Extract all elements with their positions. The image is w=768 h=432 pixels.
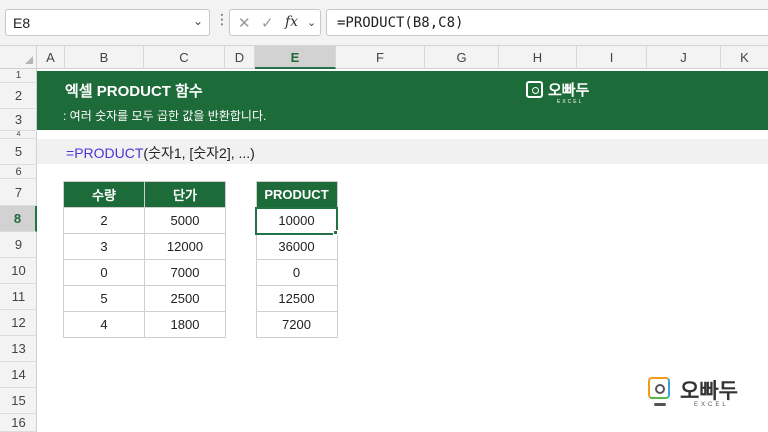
logo-icon: [526, 81, 543, 98]
cell[interactable]: 0: [63, 259, 145, 286]
syntax-function-name: PRODUCT: [74, 145, 144, 161]
check-icon[interactable]: ✓: [261, 14, 274, 32]
formula-controls: ✕ ✓ fx ⌄: [229, 9, 321, 36]
cell[interactable]: 3: [63, 233, 145, 260]
row-header-2[interactable]: 2: [0, 83, 37, 109]
name-box-value: E8: [13, 15, 31, 31]
column-header-e[interactable]: E: [255, 46, 336, 69]
logo-text: 오빠두: [548, 82, 590, 99]
page-subtitle: : 여러 숫자를 모두 곱한 값을 반환합니다.: [63, 109, 267, 123]
more-options-icon[interactable]: ⋮: [215, 11, 229, 28]
cell[interactable]: 2500: [144, 285, 226, 312]
table-row: 10000: [255, 206, 338, 235]
column-header-b[interactable]: B: [65, 46, 144, 69]
column-header-c[interactable]: C: [144, 46, 225, 69]
cell[interactable]: 7000: [144, 259, 226, 286]
row-header-7[interactable]: 7: [0, 179, 37, 206]
row-headers: 1 2 3 4 5 6 7 8 9 10 11 12 13 14 15 16: [0, 69, 37, 432]
cell[interactable]: 7200: [255, 311, 338, 338]
select-all-corner[interactable]: [0, 46, 37, 69]
cell[interactable]: 4: [63, 311, 145, 338]
cell[interactable]: 2: [63, 207, 145, 234]
cancel-icon[interactable]: ✕: [238, 14, 251, 32]
table-row: 2 5000: [63, 207, 226, 234]
footer-logo-subtext: EXCEL: [694, 402, 729, 408]
row-header-5[interactable]: 5: [0, 139, 37, 165]
name-box[interactable]: E8 ⌄: [5, 9, 210, 36]
fill-handle[interactable]: [333, 230, 338, 235]
page-title: 엑셀 PRODUCT 함수: [65, 83, 203, 100]
row-header-15[interactable]: 15: [0, 388, 37, 414]
row-header-6[interactable]: 6: [0, 165, 37, 179]
syntax-text: =PRODUCT(숫자1, [숫자2], ...): [66, 143, 255, 163]
column-header-a[interactable]: A: [37, 46, 65, 69]
table-row: 0: [255, 259, 338, 286]
syntax-row: =PRODUCT(숫자1, [숫자2], ...): [37, 139, 768, 164]
column-header-d[interactable]: D: [225, 46, 255, 69]
cell[interactable]: 12000: [144, 233, 226, 260]
row-header-10[interactable]: 10: [0, 258, 37, 284]
monitor-stand: [654, 403, 666, 406]
table-row: 12500: [255, 285, 338, 312]
table-row: 4 1800: [63, 311, 226, 338]
cell[interactable]: 36000: [255, 233, 338, 260]
row-header-4[interactable]: 4: [0, 131, 37, 139]
table-row: 5 2500: [63, 285, 226, 312]
row-header-3[interactable]: 3: [0, 109, 37, 131]
footer-logo-text: 오빠두: [680, 380, 738, 403]
formula-bar-area: E8 ⌄ ⋮ ✕ ✓ fx ⌄ =PRODUCT(B8,C8): [0, 0, 768, 46]
table-header-row: 수량 단가: [63, 181, 226, 208]
row-header-14[interactable]: 14: [0, 362, 37, 388]
cell[interactable]: 1800: [144, 311, 226, 338]
table-row: 0 7000: [63, 259, 226, 286]
footer-logo: 오빠두 EXCEL: [648, 375, 758, 415]
cell[interactable]: 5000: [144, 207, 226, 234]
formula-text: =PRODUCT(B8,C8): [337, 15, 464, 31]
row-header-13[interactable]: 13: [0, 336, 37, 362]
cell[interactable]: 5: [63, 285, 145, 312]
table-row: 7200: [255, 311, 338, 338]
result-table: PRODUCT 10000 36000 0 12500 7200: [255, 181, 338, 338]
row-header-1[interactable]: 1: [0, 69, 37, 83]
table-row: 3 12000: [63, 233, 226, 260]
row-header-12[interactable]: 12: [0, 310, 37, 336]
row-header-11[interactable]: 11: [0, 284, 37, 310]
syntax-args: (숫자1, [숫자2], ...): [143, 145, 255, 161]
column-header-i[interactable]: I: [577, 46, 647, 69]
header-unit-price[interactable]: 단가: [144, 181, 226, 208]
row-header-9[interactable]: 9: [0, 232, 37, 258]
logo-subtext: EXCEL: [557, 99, 584, 105]
header-quantity[interactable]: 수량: [63, 181, 145, 208]
header-product[interactable]: PRODUCT: [255, 181, 338, 208]
active-cell[interactable]: 10000: [255, 206, 338, 235]
column-header-h[interactable]: H: [499, 46, 577, 69]
column-header-g[interactable]: G: [425, 46, 499, 69]
row-header-8[interactable]: 8: [0, 206, 37, 232]
data-table: 수량 단가 2 5000 3 12000 0 7000 5 2500 4 180…: [63, 181, 226, 338]
formula-input[interactable]: =PRODUCT(B8,C8): [326, 9, 768, 36]
chevron-down-icon[interactable]: ⌄: [193, 14, 203, 28]
column-header-f[interactable]: F: [336, 46, 425, 69]
title-banner: 엑셀 PRODUCT 함수 : 여러 숫자를 모두 곱한 값을 반환합니다. 오…: [37, 71, 768, 130]
table-header-row: PRODUCT: [255, 181, 338, 208]
table-row: 36000: [255, 233, 338, 260]
column-headers: A B C D E F G H I J K: [0, 46, 768, 69]
select-all-icon: [25, 56, 33, 64]
insert-function-icon[interactable]: fx: [285, 14, 298, 30]
row-header-16[interactable]: 16: [0, 414, 37, 432]
monitor-logo-icon: [648, 377, 670, 399]
syntax-prefix: =: [66, 145, 75, 161]
cell[interactable]: 0: [255, 259, 338, 286]
cell[interactable]: 12500: [255, 285, 338, 312]
chevron-down-icon[interactable]: ⌄: [307, 16, 316, 29]
column-header-k[interactable]: K: [721, 46, 768, 69]
column-header-j[interactable]: J: [647, 46, 721, 69]
